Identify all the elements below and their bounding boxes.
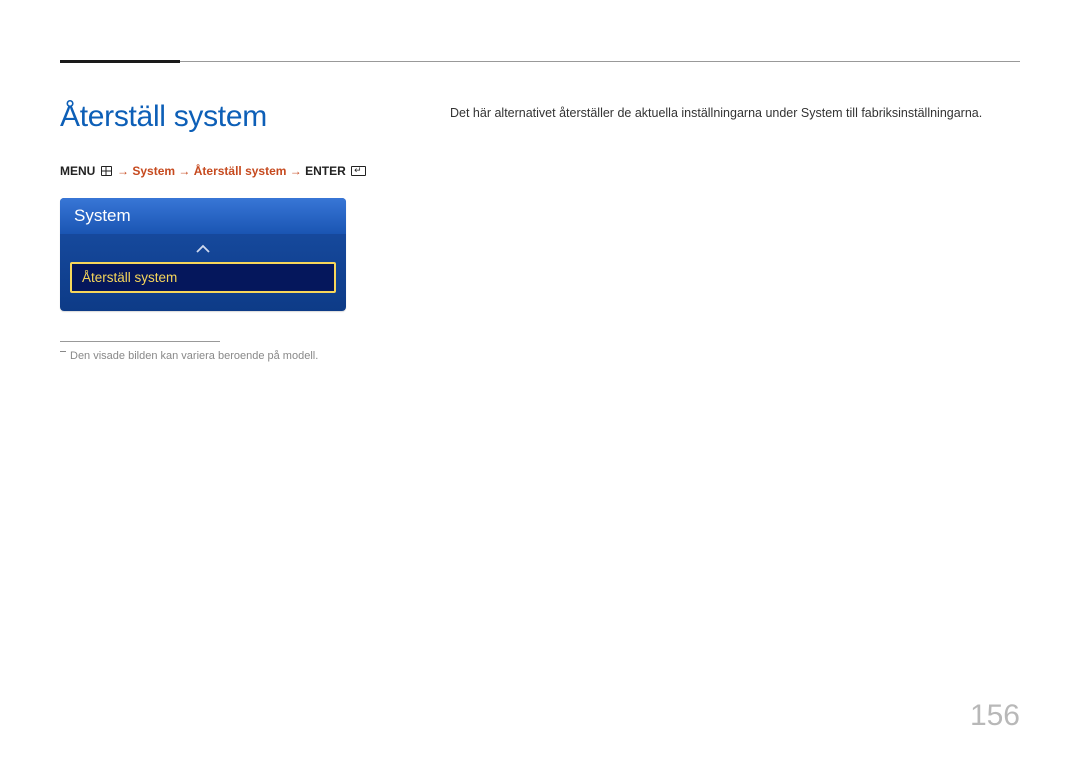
menu-item-reset-system[interactable]: Återställ system: [70, 262, 336, 293]
scroll-up-indicator[interactable]: [60, 234, 346, 262]
breadcrumb: MENU → System → Återställ system → ENTER: [60, 164, 400, 178]
breadcrumb-enter-label: ENTER: [305, 164, 346, 178]
menu-panel-header: System: [60, 198, 346, 234]
menu-grid-icon: [101, 166, 112, 176]
breadcrumb-arrow: →: [290, 164, 302, 178]
page-container: Återställ system MENU → System → Återstä…: [0, 0, 1080, 763]
right-column: Det här alternativet återställer de aktu…: [400, 100, 1020, 362]
system-menu-panel: System Återställ system: [60, 198, 346, 311]
left-column: Återställ system MENU → System → Återstä…: [60, 100, 400, 362]
enter-key-icon: [351, 166, 366, 176]
header-accent-bar: [60, 60, 180, 63]
page-number: 156: [970, 699, 1020, 733]
breadcrumb-menu-label: MENU: [60, 164, 95, 178]
breadcrumb-path: System → Återställ system: [132, 164, 286, 178]
page-title: Återställ system: [60, 100, 400, 134]
header-rule: [60, 61, 1020, 62]
breadcrumb-arrow: →: [117, 164, 129, 178]
footnote-text: Den visade bilden kan variera beroende p…: [60, 350, 400, 362]
footnote-rule: [60, 341, 220, 342]
description-text: Det här alternativet återställer de aktu…: [450, 106, 1020, 120]
chevron-up-icon: [196, 244, 210, 253]
content-area: Återställ system MENU → System → Återstä…: [60, 60, 1020, 362]
